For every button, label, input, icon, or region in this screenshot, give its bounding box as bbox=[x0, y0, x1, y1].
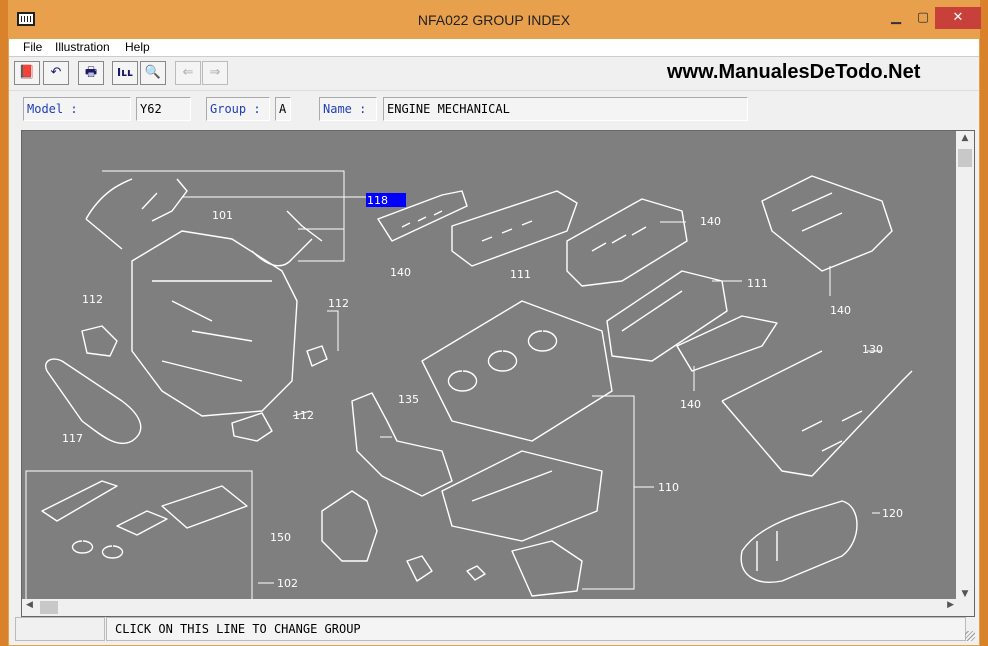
callout-label[interactable]: 111 bbox=[747, 277, 768, 290]
engine-assembly-part bbox=[131, 230, 298, 417]
hose-part bbox=[251, 210, 323, 267]
resize-grip-icon[interactable] bbox=[965, 631, 975, 641]
oil-pump-part bbox=[351, 392, 453, 497]
small-part bbox=[406, 555, 486, 582]
drive-belt-part bbox=[45, 358, 142, 445]
scroll-left-icon[interactable]: ◀ bbox=[26, 600, 33, 610]
horizontal-scrollbar[interactable]: ◀ ▶ bbox=[22, 599, 958, 616]
callout-leader bbox=[258, 221, 882, 590]
vertical-scroll-thumb[interactable] bbox=[958, 149, 972, 167]
callout-label[interactable]: 101 bbox=[212, 209, 233, 222]
menu-illustration[interactable]: Illustration bbox=[55, 40, 110, 54]
info-bar: Model : Y62 Group : A Name : ENGINE MECH… bbox=[9, 92, 979, 126]
prev-group-icon[interactable]: ⇐ bbox=[175, 61, 201, 85]
print-icon[interactable]: 🖶 bbox=[78, 61, 104, 85]
cover-part bbox=[451, 190, 578, 267]
illustration-canvas[interactable]: 118 101 140 111 140 140 111 112 112 112 … bbox=[21, 130, 975, 617]
status-bar: CLICK ON THIS LINE TO CHANGE GROUP bbox=[9, 617, 979, 645]
cylinder-block-part bbox=[421, 300, 613, 442]
status-panel bbox=[15, 617, 105, 641]
maximize-button[interactable]: ▢ bbox=[909, 7, 937, 29]
camshaft-part bbox=[721, 350, 913, 477]
group-label: Group : bbox=[206, 97, 270, 121]
hose-part bbox=[85, 178, 188, 250]
callout-label[interactable]: 130 bbox=[862, 343, 883, 356]
minimize-button[interactable]: ▁ bbox=[882, 7, 910, 29]
callout-label[interactable]: 110 bbox=[658, 481, 679, 494]
list-icon[interactable]: Iʟʟ bbox=[112, 61, 138, 85]
intake-manifold-part bbox=[566, 198, 688, 287]
model-label: Model : bbox=[23, 97, 131, 121]
callout-label[interactable]: 102 bbox=[277, 577, 298, 590]
app-window: NFA022 GROUP INDEX ▁ ▢ ✕ File Illustrati… bbox=[8, 0, 981, 646]
callout-label[interactable]: 140 bbox=[700, 215, 721, 228]
zoom-icon[interactable]: 🔍 bbox=[140, 61, 166, 85]
callout-label[interactable]: 140 bbox=[680, 398, 701, 411]
model-value: Y62 bbox=[136, 97, 191, 121]
scroll-right-icon[interactable]: ▶ bbox=[947, 600, 954, 610]
menu-bar: File Illustration Help bbox=[9, 39, 979, 57]
close-button[interactable]: ✕ bbox=[935, 7, 981, 29]
scroll-down-icon[interactable]: ▼ bbox=[956, 589, 974, 599]
title-bar[interactable]: NFA022 GROUP INDEX ▁ ▢ ✕ bbox=[9, 1, 981, 39]
callout-label[interactable]: 118 bbox=[367, 194, 388, 207]
oil-pan-part bbox=[511, 540, 583, 597]
next-group-icon[interactable]: ⇒ bbox=[202, 61, 228, 85]
callout-label[interactable]: 140 bbox=[390, 266, 411, 279]
gasket-kit-part bbox=[41, 480, 248, 559]
callout-label[interactable]: 112 bbox=[293, 409, 314, 422]
gasket-kit-box bbox=[25, 470, 253, 601]
change-group-line[interactable]: CLICK ON THIS LINE TO CHANGE GROUP bbox=[106, 617, 966, 641]
crankshaft-part bbox=[740, 500, 858, 583]
callout-label[interactable]: 140 bbox=[830, 304, 851, 317]
callout-label[interactable]: 120 bbox=[882, 507, 903, 520]
callout-leader bbox=[102, 170, 366, 262]
engine-diagram[interactable]: 118 101 140 111 140 140 111 112 112 112 … bbox=[22, 131, 958, 601]
callout-label[interactable]: 111 bbox=[510, 268, 531, 281]
callout-label[interactable]: 117 bbox=[62, 432, 83, 445]
callout-label[interactable]: 135 bbox=[398, 393, 419, 406]
watermark-text: www.ManualesDeTodo.Net bbox=[667, 61, 921, 83]
name-label: Name : bbox=[319, 97, 377, 121]
callout-label[interactable]: 112 bbox=[82, 293, 103, 306]
group-value: A bbox=[275, 97, 291, 121]
scroll-corner bbox=[956, 599, 974, 616]
cylinder-head-part bbox=[606, 270, 728, 362]
engine-cover-part bbox=[761, 175, 893, 272]
window-title: NFA022 GROUP INDEX bbox=[417, 12, 571, 28]
book-icon[interactable]: 📕 bbox=[14, 61, 40, 85]
vertical-scrollbar[interactable]: ▲ ▼ bbox=[956, 131, 974, 601]
cover-part bbox=[676, 315, 778, 372]
name-value: ENGINE MECHANICAL bbox=[383, 97, 748, 121]
menu-file[interactable]: File bbox=[23, 40, 42, 54]
horizontal-scroll-thumb[interactable] bbox=[40, 601, 58, 614]
scroll-up-icon[interactable]: ▲ bbox=[956, 133, 974, 143]
callout-label[interactable]: 150 bbox=[270, 531, 291, 544]
undo-icon[interactable]: ↶ bbox=[43, 61, 69, 85]
toolbar: 📕 ↶ 🖶 Iʟʟ 🔍 ⇐ ⇒ www.ManualesDeTodo.Net bbox=[9, 58, 979, 91]
oil-pan-part bbox=[441, 450, 603, 542]
front-cover-part bbox=[321, 490, 378, 562]
menu-help[interactable]: Help bbox=[125, 40, 150, 54]
callout-label[interactable]: 112 bbox=[328, 297, 349, 310]
